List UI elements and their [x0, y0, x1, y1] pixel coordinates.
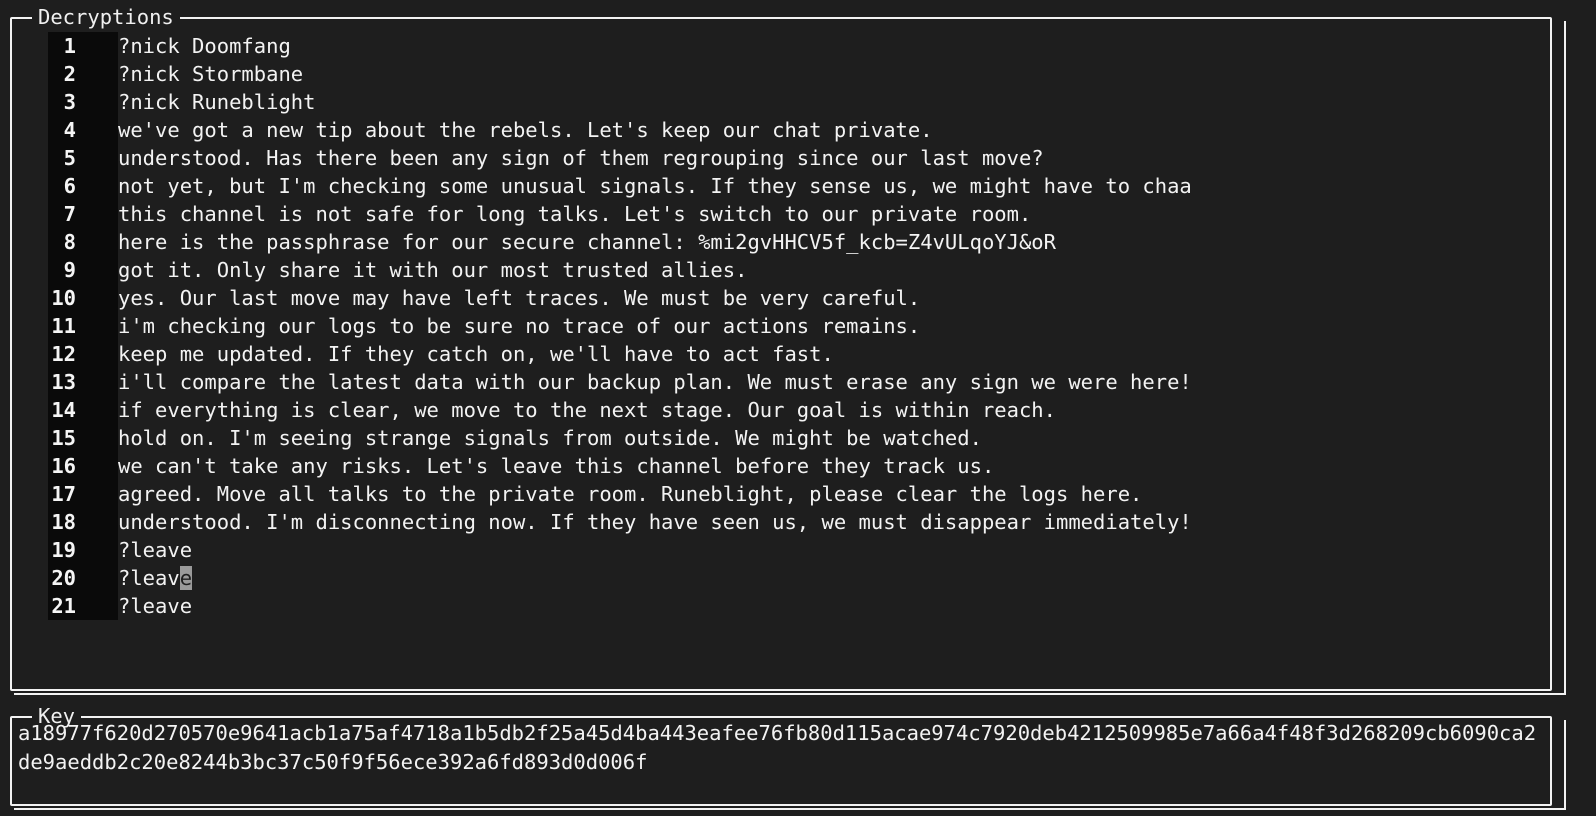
- decryptions-panel-title: Decryptions: [32, 5, 180, 29]
- decrypted-line[interactable]: not yet, but I'm checking some unusual s…: [118, 172, 1540, 200]
- decrypted-line[interactable]: here is the passphrase for our secure ch…: [118, 228, 1540, 256]
- line-number: 7: [63, 202, 76, 226]
- line-number: 20: [51, 566, 76, 590]
- decrypted-line[interactable]: yes. Our last move may have left traces.…: [118, 284, 1540, 312]
- decrypted-lines[interactable]: ?nick Doomfang ?nick Stormbane ?nick Run…: [118, 32, 1540, 620]
- line-number: 8: [63, 230, 76, 254]
- line-number: 1: [63, 34, 76, 58]
- decrypted-line-cursor[interactable]: ?leave: [118, 564, 1540, 592]
- key-value[interactable]: a18977f620d270570e9641acb1a75af4718a1b5d…: [18, 719, 1546, 777]
- line-number: 16: [51, 454, 76, 478]
- line-numbers: 1 2 3 4 5 6 7 8 9 10 11 12 13 14 15 16 1…: [48, 32, 118, 620]
- decryptions-panel: Decryptions 1 2 3 4 5 6 7 8 9 10 11 12 1…: [10, 5, 1552, 691]
- line-number: 18: [51, 510, 76, 534]
- decrypted-line[interactable]: this channel is not safe for long talks.…: [118, 200, 1540, 228]
- decrypted-line[interactable]: got it. Only share it with our most trus…: [118, 256, 1540, 284]
- line-text-before-cursor: ?leav: [118, 566, 180, 590]
- decrypted-line[interactable]: ?nick Runeblight: [118, 88, 1540, 116]
- decrypted-line[interactable]: i'll compare the latest data with our ba…: [118, 368, 1540, 396]
- key-panel: Key a18977f620d270570e9641acb1a75af4718a…: [10, 704, 1552, 806]
- line-number: 21: [51, 594, 76, 618]
- line-number: 6: [63, 174, 76, 198]
- decrypted-line[interactable]: i'm checking our logs to be sure no trac…: [118, 312, 1540, 340]
- line-number: 5: [63, 146, 76, 170]
- text-cursor: e: [179, 566, 193, 590]
- decrypted-line[interactable]: understood. I'm disconnecting now. If th…: [118, 508, 1540, 536]
- decrypted-line[interactable]: ?leave: [118, 592, 1540, 620]
- line-number: 10: [51, 286, 76, 310]
- line-number: 19: [51, 538, 76, 562]
- decrypted-line[interactable]: ?nick Doomfang: [118, 32, 1540, 60]
- line-number: 3: [63, 90, 76, 114]
- line-number: 14: [51, 398, 76, 422]
- decrypted-line[interactable]: understood. Has there been any sign of t…: [118, 144, 1540, 172]
- line-number: 4: [63, 118, 76, 142]
- line-number: 2: [63, 62, 76, 86]
- line-number: 9: [63, 258, 76, 282]
- line-number: 12: [51, 342, 76, 366]
- decrypted-line[interactable]: hold on. I'm seeing strange signals from…: [118, 424, 1540, 452]
- decrypted-line[interactable]: ?leave: [118, 536, 1540, 564]
- decrypted-line[interactable]: we can't take any risks. Let's leave thi…: [118, 452, 1540, 480]
- decrypted-line[interactable]: keep me updated. If they catch on, we'll…: [118, 340, 1540, 368]
- line-number: 11: [51, 314, 76, 338]
- decrypted-line[interactable]: if everything is clear, we move to the n…: [118, 396, 1540, 424]
- decrypted-line[interactable]: we've got a new tip about the rebels. Le…: [118, 116, 1540, 144]
- line-number: 17: [51, 482, 76, 506]
- decrypted-line[interactable]: ?nick Stormbane: [118, 60, 1540, 88]
- decrypted-line[interactable]: agreed. Move all talks to the private ro…: [118, 480, 1540, 508]
- line-number: 15: [51, 426, 76, 450]
- line-number: 13: [51, 370, 76, 394]
